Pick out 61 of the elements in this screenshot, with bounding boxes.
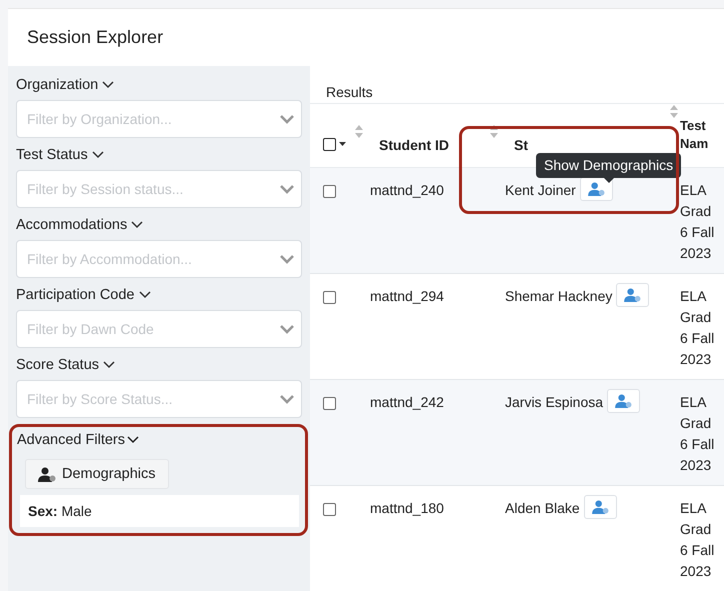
filter-dropdown[interactable]: Filter by Score Status... [16,380,302,418]
table-cell: Kent Joiner [505,182,576,198]
sort-icon[interactable] [490,125,498,138]
column-header[interactable]: Student ID [379,137,449,153]
column-header[interactable]: Test Nam [680,117,716,153]
table-cell: mattnd_180 [370,500,444,516]
filter-input[interactable]: Filter by Score Status... [25,390,279,408]
table-cell: mattnd_240 [370,182,444,198]
chevron-down-icon [279,114,295,124]
chevron-down-icon [279,394,295,404]
filter-dropdown[interactable]: Filter by Accommodation... [16,240,302,278]
tooltip-arrow [604,178,614,183]
user-icon [588,182,605,196]
applied-filter: Sex: Male [28,503,92,519]
filter-label: Advanced Filters [17,432,125,448]
user-icon [38,466,56,482]
chevron-down-icon [279,184,295,194]
table-cell: Alden Blake [505,500,580,516]
chevron-down-icon[interactable] [138,291,150,299]
results-title: Results [310,66,724,104]
show-demographics-button[interactable] [580,177,613,201]
chevron-down-icon[interactable] [102,81,114,89]
row-checkbox[interactable] [323,184,336,198]
table-cell: mattnd_294 [370,288,444,304]
chevron-down-icon[interactable] [103,361,116,369]
filter-label: Accommodations [16,217,128,233]
column-header[interactable]: St [514,137,528,153]
row-checkbox[interactable] [323,396,336,410]
table-cell: ELA Grad 6 Fall 2023 [680,500,714,579]
filter-label: Participation Code [16,287,134,303]
filter-label: Organization [16,77,98,93]
chevron-down-icon [279,254,295,264]
table-cell: ELA Grad 6 Fall 2023 [680,394,714,473]
chevron-down-icon[interactable] [127,436,139,444]
select-all-checkbox[interactable] [323,138,336,150]
user-icon [592,500,609,514]
user-icon [624,288,642,302]
tooltip: Show Demographics [536,153,682,178]
window-title: Session Explorer [27,27,164,48]
filter-dropdown[interactable]: Filter by Dawn Code [16,310,302,348]
caret-icon[interactable] [339,142,346,146]
filter-dropdown[interactable]: Filter by Session status... [16,170,302,208]
table-cell: ELA Grad 6 Fall 2023 [680,288,714,367]
filter-input[interactable]: Filter by Organization... [25,110,279,128]
user-icon [615,394,632,408]
filter-input[interactable]: Filter by Accommodation... [25,250,279,268]
chevron-down-icon[interactable] [131,221,144,229]
filter-label: Score Status [16,357,100,373]
filter-input[interactable]: Filter by Dawn Code [25,320,279,338]
filter-label: Test Status [16,147,88,163]
filter-input[interactable]: Filter by Session status... [25,180,279,198]
row-checkbox[interactable] [323,290,336,304]
row-checkbox[interactable] [323,502,336,516]
table-cell: Jarvis Espinosa [505,394,604,410]
chevron-down-icon[interactable] [92,151,104,159]
demographics-button[interactable]: Demographics [25,459,168,489]
chevron-down-icon [279,324,295,334]
filter-dropdown[interactable]: Filter by Organization... [16,100,302,138]
table-cell: ELA Grad 6 Fall 2023 [680,182,714,261]
table-cell: Shemar Hackney [505,288,612,304]
table-cell: mattnd_242 [370,394,444,410]
